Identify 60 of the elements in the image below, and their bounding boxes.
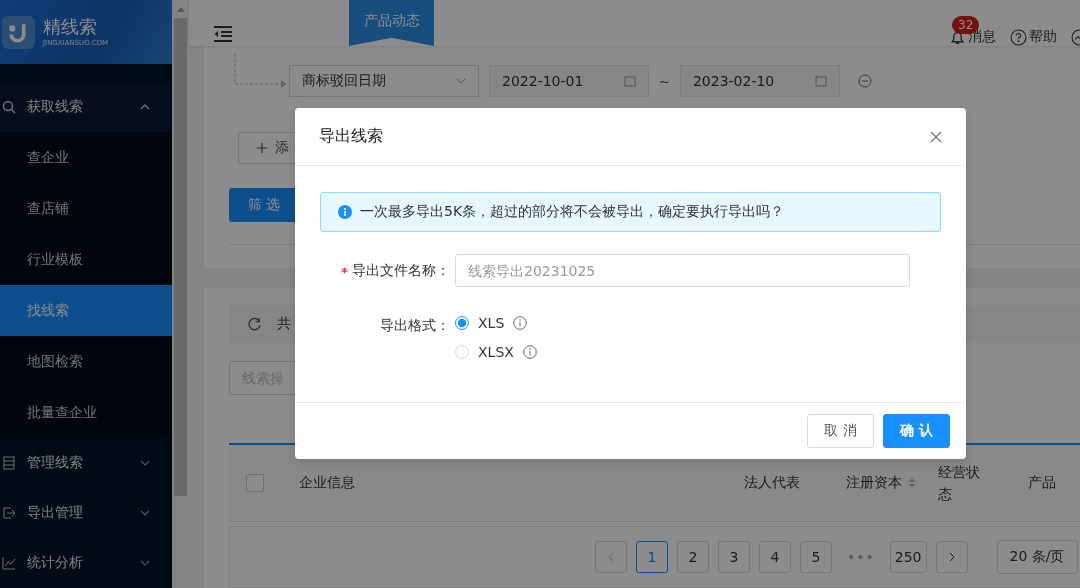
menu-group[interactable]: 统计分析: [0, 538, 172, 588]
filename-field[interactable]: 线索导出20231025: [455, 254, 910, 287]
option-label[interactable]: XLS: [478, 315, 505, 331]
chart-icon: [2, 556, 16, 570]
plus-icon: [257, 143, 267, 153]
logo-icon: [2, 15, 35, 49]
info-icon: [338, 205, 352, 219]
page-button[interactable]: 5: [800, 541, 832, 573]
chevron-down-icon: [456, 78, 466, 84]
menu-group[interactable]: 导出管理: [0, 488, 172, 538]
help-icon[interactable]: [1010, 28, 1027, 46]
field-label: 导出文件名称：: [352, 261, 450, 280]
refresh-icon[interactable]: [247, 316, 262, 332]
option-label[interactable]: XLSX: [478, 344, 514, 360]
info-icon[interactable]: [522, 345, 537, 359]
menu-item[interactable]: 查店铺: [0, 183, 172, 234]
page-button[interactable]: 3: [718, 541, 750, 573]
column-header[interactable]: 注册资本: [846, 474, 902, 492]
search-icon: [2, 100, 16, 114]
chevron-left-icon: [608, 552, 614, 562]
column-header[interactable]: 经营状态: [938, 461, 986, 505]
column-header[interactable]: 产品: [1028, 474, 1056, 492]
field-select[interactable]: 商标驳回日期: [289, 65, 479, 97]
page-button[interactable]: 1: [636, 541, 668, 573]
radio-button[interactable]: [455, 316, 469, 330]
chevron-right-icon: [948, 552, 955, 562]
checkbox[interactable]: [246, 474, 264, 492]
remove-icon[interactable]: [857, 74, 872, 88]
menu-group[interactable]: 管理线索: [0, 438, 172, 488]
total-count: 共: [277, 315, 291, 333]
calendar-icon: [624, 75, 636, 87]
sort-icon[interactable]: [908, 477, 916, 489]
page-button[interactable]: 2: [677, 541, 709, 573]
logo-name: 精线索: [43, 16, 98, 38]
cancel-button[interactable]: 取 消: [807, 414, 874, 448]
confirm-button[interactable]: 确 认: [883, 414, 950, 448]
menu-item[interactable]: 批量查企业: [0, 387, 172, 438]
page-button[interactable]: 250: [889, 541, 927, 573]
help-link[interactable]: 帮助: [1029, 28, 1057, 46]
menu-group[interactable]: 获取线索: [0, 82, 172, 132]
menu-item[interactable]: 找线索: [0, 285, 172, 336]
menu-item[interactable]: 地图检索: [0, 336, 172, 387]
close-icon[interactable]: [930, 130, 942, 143]
format-label: 导出格式：: [379, 316, 451, 335]
date-field[interactable]: 2023-02-10: [679, 65, 840, 97]
column-header[interactable]: 法人代表: [744, 474, 846, 492]
info-icon[interactable]: [513, 316, 528, 330]
menu-item[interactable]: 行业模板: [0, 234, 172, 285]
calendar-icon: [814, 75, 827, 87]
menu-fold-icon[interactable]: [213, 26, 233, 42]
date-field[interactable]: 2022-10-01: [489, 65, 649, 97]
export-icon: [2, 506, 16, 520]
alert-message: 一次最多导出5K条，超过的部分将不会被导出，确定要执行导出吗？: [360, 203, 785, 221]
range-separator: ~: [659, 73, 670, 89]
page-button[interactable]: 4: [759, 541, 791, 573]
menu-item[interactable]: 查企业: [0, 132, 172, 183]
page-size-select[interactable]: 20 条/页: [996, 540, 1078, 574]
column-header[interactable]: 企业信息: [299, 474, 744, 492]
list-icon: [2, 456, 16, 470]
ribbon-tag[interactable]: 产品动态: [349, 0, 434, 46]
